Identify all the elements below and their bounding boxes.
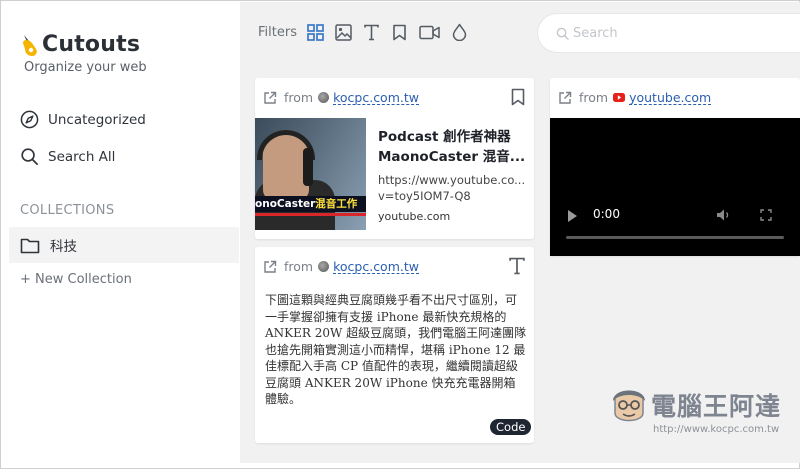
source-domain-link[interactable]: kocpc.com.tw (333, 91, 419, 105)
external-link-icon[interactable] (263, 91, 277, 105)
source-domain-link[interactable]: youtube.com (629, 91, 712, 105)
mascot-logo-icon (613, 390, 645, 422)
from-label: from (284, 259, 314, 274)
filter-bar: Filters (258, 23, 479, 41)
video-player[interactable]: 0:00 (550, 118, 800, 256)
code-badge[interactable]: Code (490, 419, 532, 435)
video-thumbnail: onoCaster混音工作 (255, 118, 366, 230)
watermark-url: http://www.kocpc.com.tw (653, 424, 780, 435)
from-label: from (579, 90, 609, 105)
from-label: from (284, 90, 314, 105)
brand: Cutouts (20, 32, 140, 57)
bookmark-icon (393, 24, 407, 40)
collection-item-tech[interactable]: 科技 (9, 227, 239, 263)
text-icon (364, 24, 380, 40)
link-preview-text: Podcast 創作者神器 MaonoCaster 混音... https://… (366, 118, 534, 230)
thumbnail-caption: onoCaster混音工作 (255, 198, 358, 210)
nav-uncategorized[interactable]: Uncategorized (20, 110, 146, 129)
video-progress-bar[interactable] (566, 236, 784, 239)
scissors-logo-icon (23, 34, 37, 56)
play-icon[interactable] (568, 210, 577, 222)
saved-text: 下圖這顆與經典豆腐頭幾乎看不出尺寸區別，可一手掌握卻擁有支援 iPhone 最新… (265, 293, 527, 406)
filter-bookmark-button[interactable] (391, 23, 409, 41)
app-tagline: Organize your web (24, 60, 147, 75)
fullscreen-icon[interactable] (760, 209, 772, 221)
source-domain-link[interactable]: kocpc.com.tw (333, 260, 419, 274)
watermark: 電腦王阿達 http://www.kocpc.com.tw (609, 383, 789, 443)
link-preview[interactable]: onoCaster混音工作 Podcast 創作者神器 MaonoCaster … (255, 118, 534, 230)
link-site: youtube.com (378, 210, 451, 223)
video-time: 0:00 (593, 207, 620, 221)
search-bar (537, 13, 800, 53)
bookmark-icon[interactable] (509, 88, 527, 106)
compass-icon (20, 110, 39, 129)
grid-icon (307, 23, 325, 41)
card-source: from kocpc.com.tw (263, 90, 419, 105)
image-icon (335, 23, 353, 41)
new-collection-button[interactable]: + New Collection (20, 272, 132, 287)
card-source: from youtube.com (558, 90, 712, 105)
nav-uncategorized-label: Uncategorized (48, 111, 146, 128)
link-url: https://www.youtube.co... v=toy5IOM7-Q8 (378, 173, 526, 203)
external-link-icon[interactable] (558, 91, 572, 105)
external-link-icon[interactable] (263, 260, 277, 274)
search-input[interactable] (573, 25, 773, 41)
link-card[interactable]: from kocpc.com.tw onoCaster混音工作 Podcast … (255, 78, 534, 239)
search-icon (556, 27, 569, 40)
filter-color-button[interactable] (451, 23, 469, 41)
video-icon (419, 25, 441, 39)
app-window: Cutouts Organize your web Uncategorized … (0, 0, 800, 469)
search-icon (21, 148, 38, 165)
watermark-title: 電腦王阿達 (651, 392, 782, 421)
sidebar: Cutouts Organize your web Uncategorized … (2, 2, 239, 463)
filter-video-button[interactable] (419, 23, 441, 41)
nav-search-all-label: Search All (48, 148, 116, 165)
text-icon[interactable] (508, 257, 526, 275)
card-source: from kocpc.com.tw (263, 259, 419, 274)
folder-icon (20, 238, 40, 253)
favicon-icon (318, 261, 330, 272)
video-card[interactable]: from youtube.com 0:00 (550, 78, 800, 256)
filter-image-button[interactable] (335, 23, 353, 41)
nav-search-all[interactable]: Search All (20, 147, 115, 166)
favicon-icon (318, 92, 330, 103)
app-title: Cutouts (42, 32, 141, 57)
volume-icon[interactable] (716, 208, 732, 222)
filters-label: Filters (258, 24, 297, 40)
filter-text-button[interactable] (363, 23, 381, 41)
collections-heading: COLLECTIONS (20, 203, 115, 218)
collection-label: 科技 (50, 239, 77, 255)
text-card[interactable]: from kocpc.com.tw 下圖這顆與經典豆腐頭幾乎看不出尺寸區別，可一… (255, 247, 534, 443)
link-title: Podcast 創作者神器 MaonoCaster 混音... (378, 129, 526, 165)
filter-all-button[interactable] (307, 23, 325, 41)
drop-icon (453, 23, 467, 41)
youtube-favicon-icon (613, 93, 626, 102)
